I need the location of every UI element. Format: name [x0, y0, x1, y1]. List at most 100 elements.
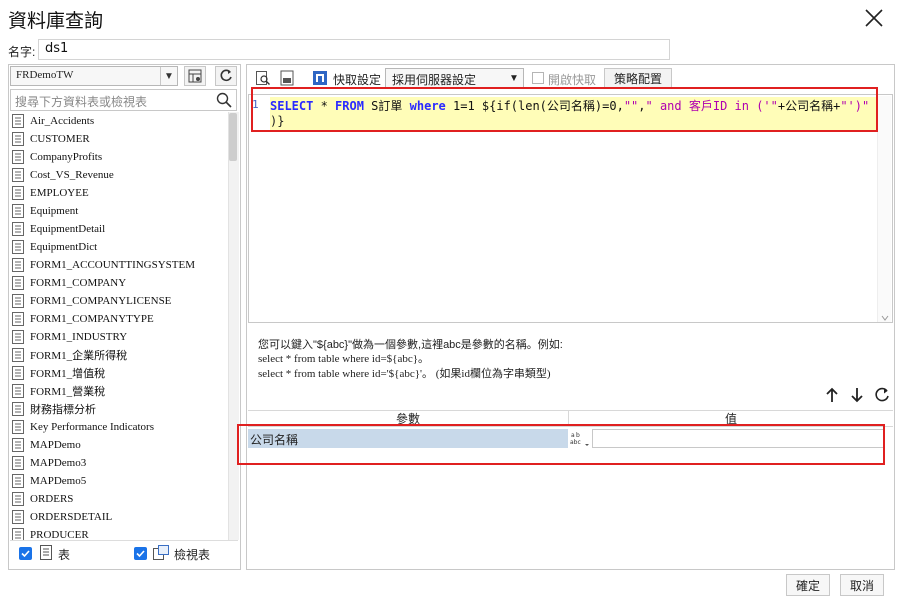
view-icon — [153, 545, 169, 563]
table-list-item[interactable]: FORM1_COMPANYTYPE — [10, 310, 228, 328]
table-list-item[interactable]: EMPLOYEE — [10, 184, 228, 202]
sql-highlight-box — [251, 87, 878, 132]
name-input[interactable]: ds1 — [38, 39, 670, 60]
table-list-item[interactable]: ORDERSDETAIL — [10, 508, 228, 526]
refresh-icon[interactable] — [873, 386, 891, 404]
table-list-item[interactable]: CUSTOMER — [10, 130, 228, 148]
show-views-label: 檢視表 — [174, 548, 211, 562]
table-name: MAPDemo5 — [30, 475, 87, 487]
table-name: ORDERSDETAIL — [30, 511, 113, 523]
table-icon — [12, 132, 24, 146]
table-name: ORDERS — [30, 493, 74, 505]
table-icon — [12, 438, 24, 452]
table-name: Equipment — [30, 205, 79, 217]
table-list-item[interactable]: 財務指標分析 — [10, 400, 228, 418]
server-setting-select[interactable]: 採用伺服器設定 — [385, 68, 524, 88]
table-icon — [12, 114, 24, 128]
table-list-item[interactable]: FORM1_INDUSTRY — [10, 328, 228, 346]
table-list-item[interactable]: CompanyProfits — [10, 148, 228, 166]
table-icon — [12, 312, 24, 326]
table-list-item[interactable]: MAPDemo3 — [10, 454, 228, 472]
table-name: EquipmentDetail — [30, 223, 106, 235]
connection-select[interactable]: FRDemoTW — [10, 66, 178, 86]
cache-icon — [313, 71, 327, 85]
table-name: FORM1_營業稅 — [30, 386, 106, 398]
table-list-item[interactable]: EquipmentDetail — [10, 220, 228, 238]
table-name: MAPDemo3 — [30, 457, 87, 469]
preview-button[interactable] — [252, 68, 274, 88]
table-list-scrollbar[interactable] — [228, 112, 239, 540]
enable-cache-label: 開啟快取 — [548, 73, 597, 87]
table-list-item[interactable]: EquipmentDict — [10, 238, 228, 256]
table-icon — [12, 384, 24, 398]
table-icon — [12, 294, 24, 308]
table-icon — [12, 222, 24, 236]
editor-scrollbar[interactable] — [877, 96, 891, 322]
arrow-up-icon[interactable] — [823, 386, 841, 404]
table-name: EMPLOYEE — [30, 187, 89, 199]
table-icon — [12, 474, 24, 488]
help-text-2: select * from table where id=${abc}。 — [258, 353, 430, 365]
table-name: FORM1_COMPANYTYPE — [30, 313, 154, 325]
window-title: 資料庫查詢 — [8, 10, 104, 32]
table-list-item[interactable]: FORM1_ACCOUNTTINGSYSTEM — [10, 256, 228, 274]
name-label: 名字: — [8, 45, 36, 59]
table-list-item[interactable]: MAPDemo5 — [10, 472, 228, 490]
table-settings-button[interactable] — [184, 66, 206, 86]
table-list-item[interactable]: PRODUCER — [10, 526, 228, 540]
table-name: Cost_VS_Revenue — [30, 169, 114, 181]
table-list-item[interactable]: FORM1_COMPANYLICENSE — [10, 292, 228, 310]
table-list-item[interactable]: MAPDemo — [10, 436, 228, 454]
table-list-item[interactable]: FORM1_增值稅 — [10, 364, 228, 382]
table-list-item[interactable]: Equipment — [10, 202, 228, 220]
show-views-checkbox[interactable] — [134, 547, 147, 560]
table-icon — [12, 456, 24, 470]
preview-icon — [256, 71, 270, 85]
enable-cache-checkbox[interactable] — [532, 72, 544, 84]
help-text-3: select * from table where id='${abc}'。 (… — [258, 368, 551, 380]
table-name: FORM1_ACCOUNTTINGSYSTEM — [30, 259, 196, 271]
table-list-item[interactable]: Air_Accidents — [10, 112, 228, 130]
refresh-icon — [220, 69, 232, 82]
title-bar — [0, 0, 909, 38]
grid-icon — [188, 69, 202, 83]
table-search-input[interactable]: 搜尋下方資料表或檢視表 — [10, 89, 237, 111]
table-icon — [12, 168, 24, 182]
table-list-item[interactable]: ORDERS — [10, 490, 228, 508]
table-name: CUSTOMER — [30, 133, 90, 145]
table-name: EquipmentDict — [30, 241, 98, 253]
table-list-item[interactable]: FORM1_企業所得稅 — [10, 346, 228, 364]
search-icon[interactable] — [216, 92, 232, 108]
cache-settings-button[interactable] — [309, 68, 331, 88]
table-icon — [12, 366, 24, 380]
arrow-down-icon[interactable] — [848, 386, 866, 404]
table-icon — [12, 402, 24, 416]
table-icon — [12, 528, 24, 540]
show-tables-checkbox[interactable] — [19, 547, 32, 560]
cache-settings-label: 快取設定 — [333, 73, 382, 87]
table-icon — [12, 186, 24, 200]
table-icon — [12, 204, 24, 218]
table-list-scroll-thumb[interactable] — [229, 113, 237, 161]
table-name: Air_Accidents — [30, 115, 95, 127]
ok-button[interactable]: 確定 — [786, 574, 830, 596]
table-name: FORM1_增值稅 — [30, 368, 106, 380]
table-icon — [12, 258, 24, 272]
sql-template-button[interactable] — [276, 68, 298, 88]
table-list-item[interactable]: Cost_VS_Revenue — [10, 166, 228, 184]
table-list-item[interactable]: Key Performance Indicators — [10, 418, 228, 436]
table-name: Key Performance Indicators — [30, 421, 155, 433]
cancel-button[interactable]: 取消 — [840, 574, 884, 596]
strategy-config-button[interactable]: 策略配置 — [604, 68, 672, 88]
table-name: FORM1_COMPANY — [30, 277, 127, 289]
refresh-button[interactable] — [215, 66, 237, 86]
table-icon — [12, 330, 24, 344]
chevron-down-icon[interactable]: ▼ — [505, 69, 523, 87]
sql-icon — [280, 70, 294, 86]
table-name: 財務指標分析 — [30, 404, 96, 416]
table-list-item[interactable]: FORM1_COMPANY — [10, 274, 228, 292]
table-name: PRODUCER — [30, 529, 89, 540]
close-icon[interactable] — [862, 6, 886, 30]
chevron-down-icon[interactable]: ▼ — [160, 67, 177, 85]
table-list-item[interactable]: FORM1_營業稅 — [10, 382, 228, 400]
